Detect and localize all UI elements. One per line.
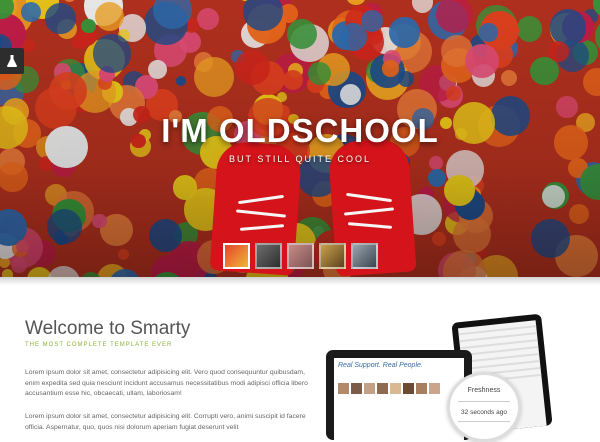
slider-thumbnail[interactable] (255, 243, 282, 269)
tablet-heading: Real Support. Real People. (338, 362, 423, 369)
slider-thumbnail[interactable] (223, 243, 250, 269)
freshness-label: Freshness (467, 387, 501, 394)
hero-slider: I'M OLDSCHOOL BUT STILL QUITE COOL (0, 0, 600, 277)
slider-thumbnails (223, 243, 378, 269)
team-faces (338, 383, 460, 394)
slider-thumbnail[interactable] (319, 243, 346, 269)
welcome-heading: Welcome to Smarty (25, 318, 191, 339)
hero-bottom-shadow (0, 277, 600, 285)
freshness-bubble: Freshness 32 seconds ago (447, 372, 521, 442)
style-switcher-tab[interactable] (0, 48, 24, 74)
flask-icon (7, 55, 17, 67)
hero-title: I'M OLDSCHOOL (161, 112, 439, 149)
slider-thumbnail[interactable] (351, 243, 378, 269)
freshness-value: 32 seconds ago (461, 409, 507, 416)
intro-paragraph-1: Lorem ipsum dolor sit amet, consectetur … (25, 369, 308, 397)
hero-subtitle: BUT STILL QUITE COOL (228, 154, 372, 164)
welcome-tagline: THE MOST COMPLETE TEMPLATE EVER (25, 342, 173, 348)
slider-thumbnail[interactable] (287, 243, 314, 269)
